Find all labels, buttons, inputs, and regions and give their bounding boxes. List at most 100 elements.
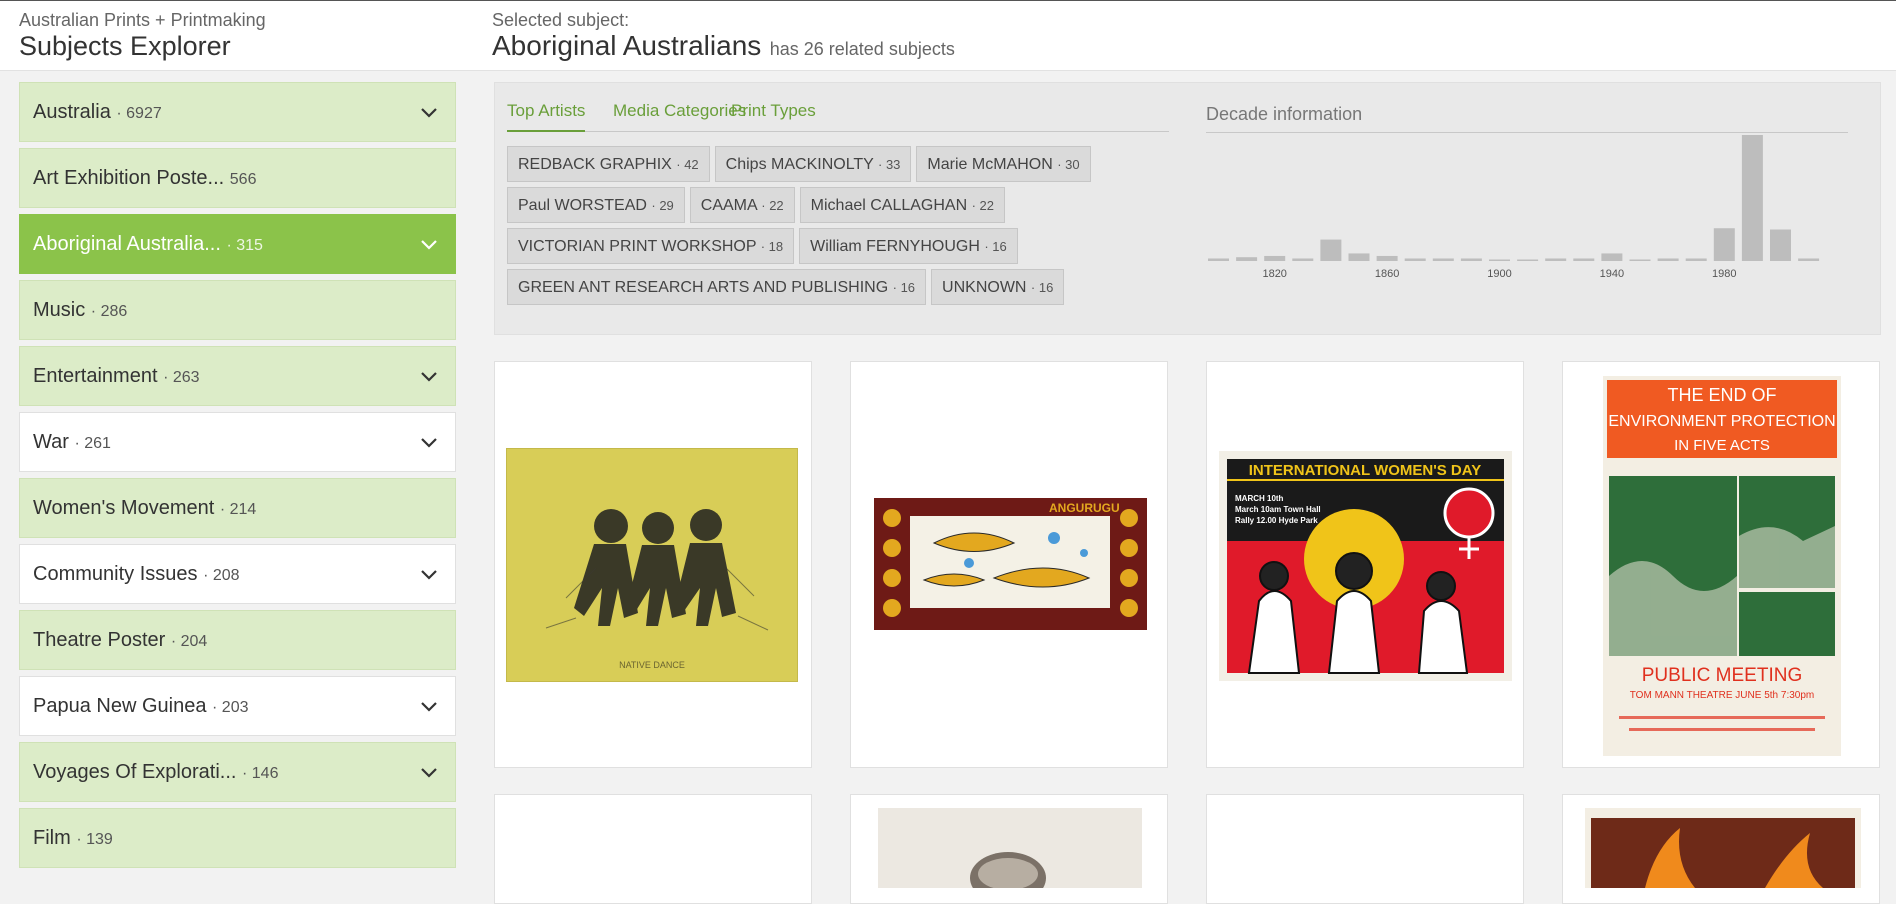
sidebar-item-text: War · 261 [33,431,111,454]
sidebar-item-label: Art Exhibition Poste... [33,167,225,189]
decade-bar[interactable] [1460,258,1482,261]
sidebar-item-count: · 286 [90,303,128,320]
artist-count: · 22 [971,198,995,213]
brand-subtitle: Australian Prints + Printmaking [19,10,266,30]
decade-tick-label: 1980 [1712,268,1736,280]
env-public-meeting: PUBLIC MEETING [1642,665,1802,686]
tab-media-categories[interactable]: Media Categories [613,101,746,130]
decade-bar[interactable] [1657,258,1679,261]
angurugu-thumbnail: ANGURUGU [874,498,1147,630]
gallery-card-native-dance[interactable]: NATIVE DANCE [494,361,812,768]
environment-thumbnail: THE END OF ENVIRONMENT PROTECTION IN FIV… [1603,376,1841,756]
decade-bar[interactable] [1545,258,1567,261]
chevron-down-icon[interactable] [419,102,439,122]
sidebar-item[interactable]: Community Issues · 208 [19,544,456,604]
env-title-2: ENVIRONMENT PROTECTION [1608,413,1835,430]
sidebar-item-count: · 315 [226,237,263,254]
sidebar-item-count: · 203 [212,699,249,716]
gallery-card-angurugu[interactable]: ANGURUGU [850,361,1168,768]
artist-chip[interactable]: Michael CALLAGHAN · 22 [799,187,1006,223]
selected-subject-line: Aboriginal Australians has 26 related su… [492,30,955,62]
sidebar-item[interactable]: Papua New Guinea · 203 [19,676,456,736]
artist-chip[interactable]: Marie McMAHON · 30 [916,146,1091,182]
decade-bar[interactable] [1517,259,1539,262]
sidebar-item[interactable]: Music · 286 [19,280,456,340]
decade-bar[interactable] [1489,259,1510,262]
artist-chip[interactable]: REDBACK GRAPHIX · 42 [507,146,710,182]
decade-bar[interactable] [1292,258,1314,261]
artist-chip[interactable]: UNKNOWN · 16 [931,269,1065,305]
selected-subject-label: Selected subject: [492,10,630,30]
artist-count: · 42 [676,157,699,172]
sidebar-item[interactable]: Film · 139 [19,808,456,868]
artist-chip[interactable]: Chips MACKINOLTY · 33 [714,146,912,182]
decade-bar[interactable] [1404,258,1426,261]
chevron-down-icon[interactable] [419,762,439,782]
chevron-down-icon[interactable] [419,432,439,452]
artist-count: · 33 [878,157,901,172]
decade-tick-label: 1820 [1262,268,1286,280]
sidebar-item[interactable]: Aboriginal Australia... · 315 [19,214,456,274]
sidebar-item-text: Music · 286 [33,299,127,322]
womens-day-line-3: Rally 12.00 Hyde Park [1235,516,1318,525]
sidebar-item-label: War [33,431,69,453]
sidebar-item-count: · 6927 [116,105,162,122]
gallery-card-8[interactable] [1562,794,1880,904]
decade-bar[interactable] [1601,253,1623,261]
gallery-card-womens-day[interactable]: INTERNATIONAL WOMEN'S DAY MARCH 10th Mar… [1206,361,1524,768]
env-venue: TOM MANN THEATRE JUNE 5th 7:30pm [1630,690,1815,701]
decade-bar[interactable] [1236,257,1258,261]
sidebar-item[interactable]: Theatre Poster · 204 [19,610,456,670]
app-title: Subjects Explorer [19,31,231,61]
artist-count: · 22 [761,198,784,213]
decade-bar[interactable] [1629,259,1651,262]
gallery-card-environment-protection[interactable]: THE END OF ENVIRONMENT PROTECTION IN FIV… [1562,361,1880,768]
decade-bar[interactable] [1713,228,1735,261]
sidebar-item[interactable]: Women's Movement · 214 [19,478,456,538]
tab-print-types[interactable]: Print Types [731,101,816,130]
sidebar-item-text: Aboriginal Australia... · 315 [33,233,263,256]
artist-count: · 16 [892,280,916,295]
sidebar-item-text: Film · 139 [33,827,113,850]
sidebar-item[interactable]: Art Exhibition Poste... 566 [19,148,456,208]
gallery-card-5[interactable] [494,794,812,904]
decade-chart: 1820 1860 1900 1940 1980 [1208,135,1820,280]
decade-bar[interactable] [1685,258,1707,261]
chevron-down-icon[interactable] [419,564,439,584]
decade-bar[interactable] [1770,229,1791,262]
decade-bar[interactable] [1208,258,1229,261]
artist-chip[interactable]: Paul WORSTEAD · 29 [507,187,685,223]
sidebar-item[interactable]: Entertainment · 263 [19,346,456,406]
artist-chip[interactable]: CAAMA · 22 [689,187,795,223]
sidebar-item-text: Art Exhibition Poste... 566 [33,167,256,190]
decade-bar[interactable] [1741,135,1763,261]
decade-bar[interactable] [1264,255,1286,261]
womens-day-thumbnail: INTERNATIONAL WOMEN'S DAY MARCH 10th Mar… [1219,451,1512,681]
chevron-down-icon[interactable] [419,696,439,716]
sidebar-item-label: Music [33,299,86,321]
sidebar-item[interactable]: Voyages Of Explorati... · 146 [19,742,456,802]
chevron-down-icon[interactable] [419,234,439,254]
decade-bar[interactable] [1573,258,1595,261]
sidebar-item-label: Voyages Of Explorati... [33,761,237,783]
artist-chip[interactable]: GREEN ANT RESEARCH ARTS AND PUBLISHING ·… [507,269,927,305]
chevron-down-icon[interactable] [419,366,439,386]
sidebar-item[interactable]: Australia · 6927 [19,82,456,142]
sidebar-item[interactable]: War · 261 [19,412,456,472]
artist-chip[interactable]: William FERNYHOUGH · 16 [799,228,1018,264]
sidebar-item-count: · 263 [163,369,200,386]
decade-bar[interactable] [1432,258,1454,261]
gallery-card-7[interactable] [1206,794,1524,904]
sidebar-item-count: · 208 [203,567,240,584]
decade-bar[interactable] [1320,239,1342,261]
decade-bar[interactable] [1348,253,1370,261]
sidebar-item-label: Entertainment [33,365,158,387]
sidebar-item-text: Australia · 6927 [33,101,162,124]
artist-chip[interactable]: VICTORIAN PRINT WORKSHOP · 18 [507,228,795,264]
tab-top-artists[interactable]: Top Artists [507,101,586,132]
gallery-card-6[interactable] [850,794,1168,904]
decade-bar[interactable] [1376,255,1398,261]
app-header: Australian Prints + Printmaking Subjects… [0,1,1896,71]
decade-bar[interactable] [1798,258,1820,261]
sidebar-item-count: · 261 [74,435,111,452]
